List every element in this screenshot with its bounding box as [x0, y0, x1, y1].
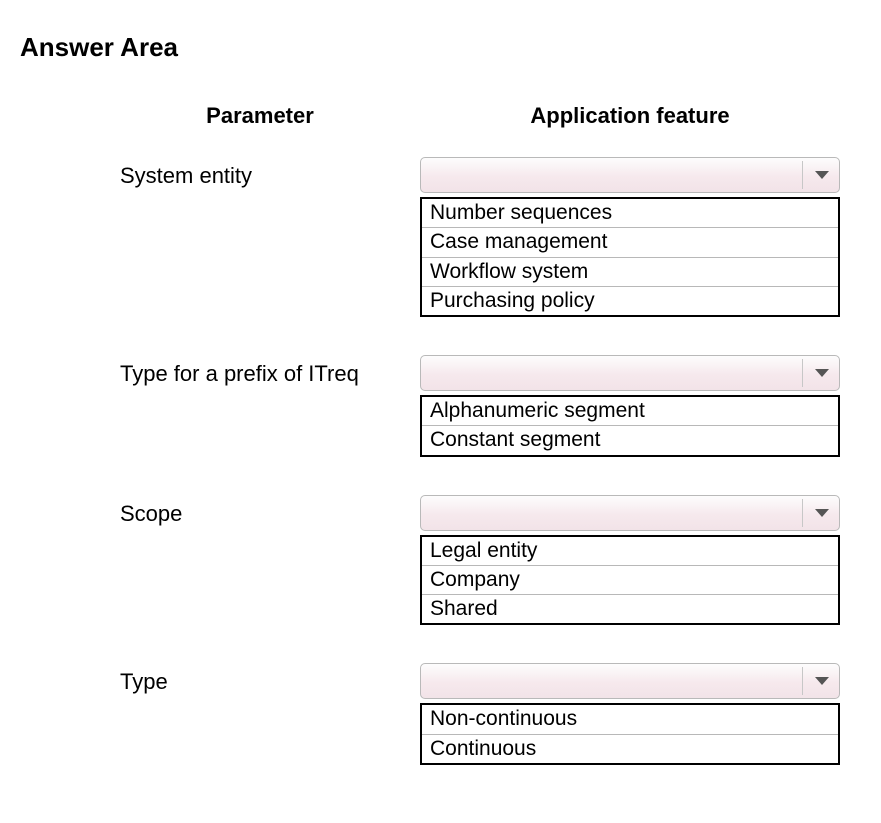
column-header-parameter: Parameter — [100, 103, 420, 129]
options-list-type-prefix: Alphanumeric segment Constant segment — [420, 395, 840, 457]
option-item[interactable]: Shared — [422, 595, 838, 623]
column-header-feature: Application feature — [420, 103, 840, 129]
option-item[interactable]: Number sequences — [422, 199, 838, 228]
dropdown-scope[interactable] — [420, 495, 840, 531]
option-item[interactable]: Non-continuous — [422, 705, 838, 734]
option-item[interactable]: Purchasing policy — [422, 287, 838, 315]
chevron-down-icon — [815, 509, 829, 517]
options-list-system-entity: Number sequences Case management Workflo… — [420, 197, 840, 317]
parameter-label-type-prefix: Type for a prefix of ITreq — [100, 355, 420, 495]
dropdown-type-prefix[interactable] — [420, 355, 840, 391]
dropdown-divider — [802, 359, 803, 387]
dropdown-type[interactable] — [420, 663, 840, 699]
chevron-down-icon — [815, 369, 829, 377]
option-item[interactable]: Workflow system — [422, 258, 838, 287]
option-item[interactable]: Alphanumeric segment — [422, 397, 838, 426]
dropdown-system-entity[interactable] — [420, 157, 840, 193]
dropdown-divider — [802, 667, 803, 695]
option-item[interactable]: Case management — [422, 228, 838, 257]
dropdown-divider — [802, 499, 803, 527]
option-item[interactable]: Legal entity — [422, 537, 838, 566]
options-list-type: Non-continuous Continuous — [420, 703, 840, 765]
option-item[interactable]: Continuous — [422, 735, 838, 763]
option-item[interactable]: Company — [422, 566, 838, 595]
parameter-label-type: Type — [100, 663, 420, 803]
page-title: Answer Area — [20, 32, 861, 63]
chevron-down-icon — [815, 171, 829, 179]
options-list-scope: Legal entity Company Shared — [420, 535, 840, 626]
chevron-down-icon — [815, 677, 829, 685]
option-item[interactable]: Constant segment — [422, 426, 838, 454]
parameter-label-scope: Scope — [100, 495, 420, 664]
dropdown-divider — [802, 161, 803, 189]
parameter-label-system-entity: System entity — [100, 157, 420, 355]
